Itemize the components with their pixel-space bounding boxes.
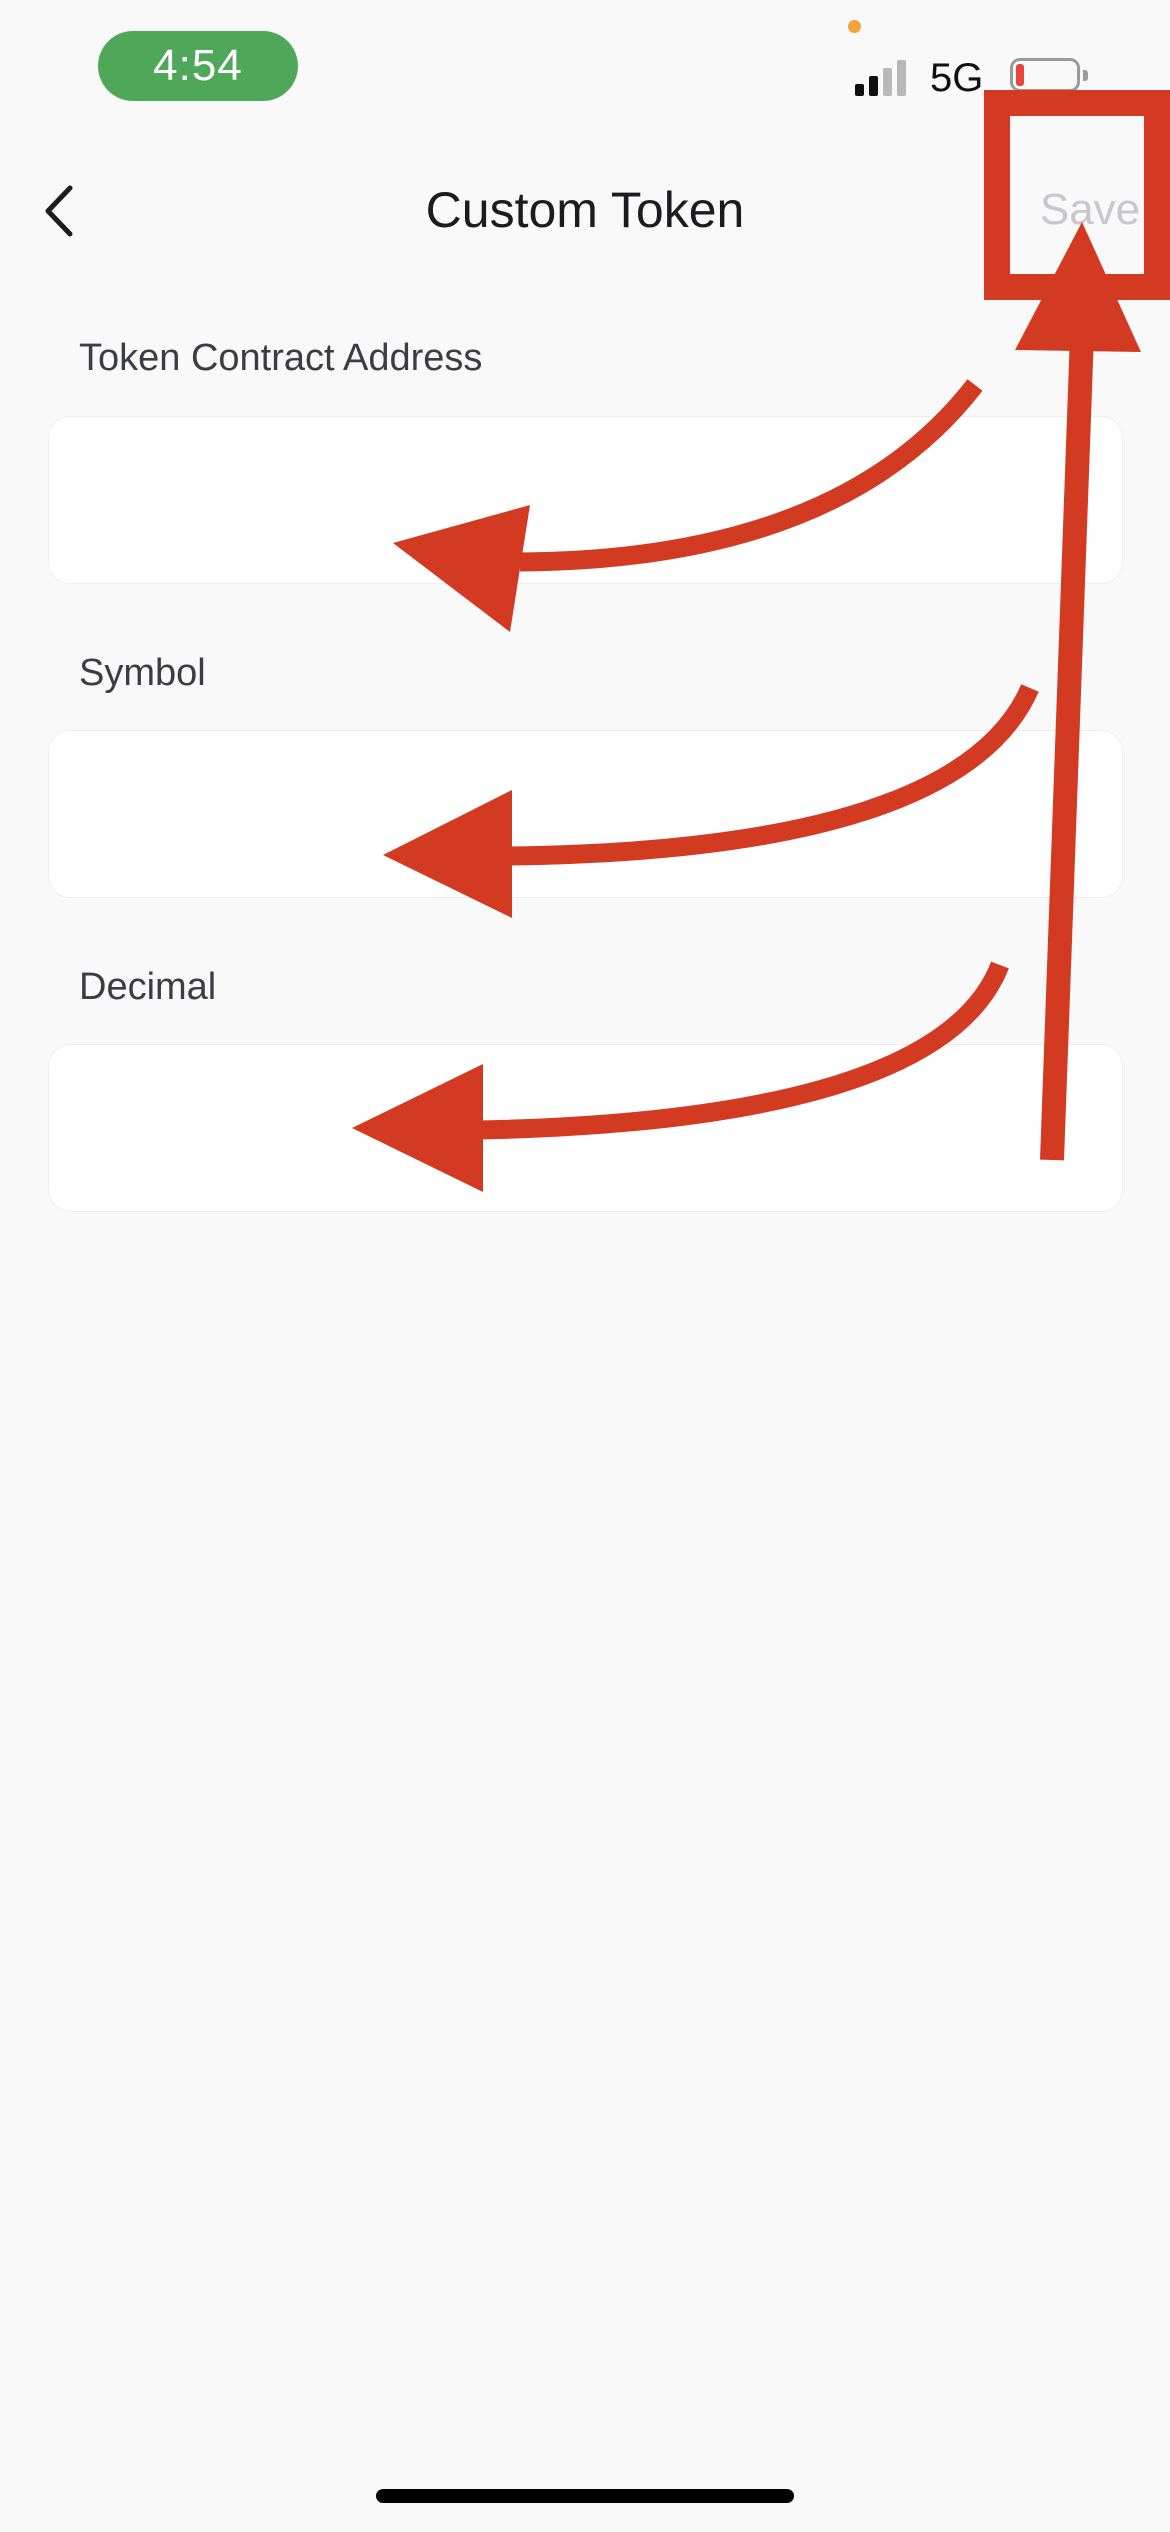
symbol-label: Symbol — [79, 652, 206, 694]
symbol-input[interactable] — [49, 731, 1122, 897]
token-contract-address-label: Token Contract Address — [79, 337, 483, 379]
decimal-field[interactable] — [48, 1044, 1123, 1212]
battery-level-indicator — [1016, 64, 1024, 86]
page-title: Custom Token — [425, 182, 745, 238]
status-time: 4:54 — [98, 31, 298, 101]
back-button[interactable] — [30, 170, 110, 250]
decimal-input[interactable] — [49, 1045, 1122, 1211]
privacy-indicator-dot — [848, 20, 861, 33]
status-bar: 4:54 5G — [0, 0, 1170, 130]
symbol-field[interactable] — [48, 730, 1123, 898]
cellular-signal-icon — [855, 58, 915, 96]
network-type-label: 5G — [930, 56, 984, 100]
home-indicator[interactable] — [376, 2489, 794, 2503]
decimal-label: Decimal — [79, 966, 217, 1008]
chevron-left-icon — [45, 185, 73, 237]
token-contract-address-input[interactable] — [49, 417, 1122, 583]
battery-icon — [1010, 58, 1092, 96]
token-contract-address-field[interactable] — [48, 416, 1123, 584]
navigation-bar: Custom Token Save — [0, 140, 1170, 275]
save-button[interactable]: Save — [1025, 170, 1155, 250]
